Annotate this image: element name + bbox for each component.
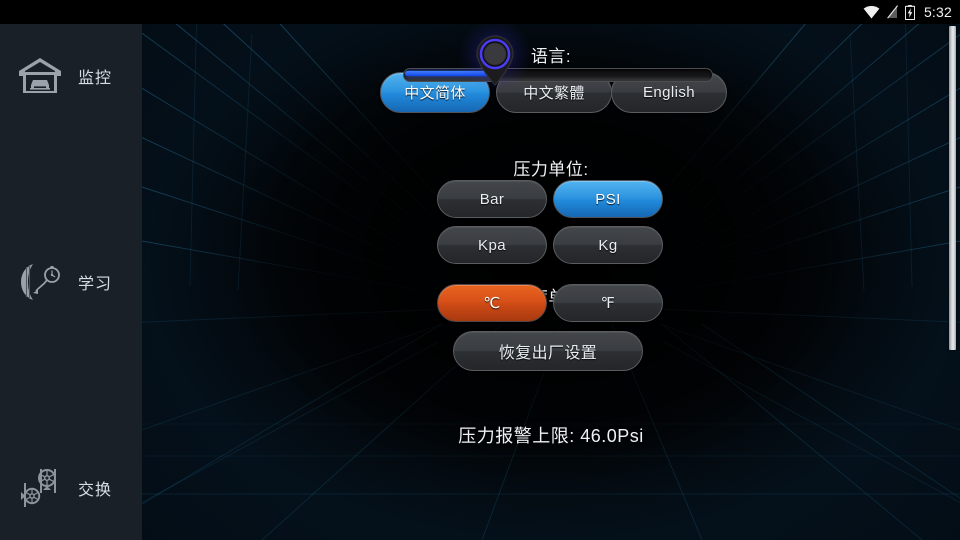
pressure-alarm-label: 压力报警上限: 46.0Psi (458, 426, 644, 446)
status-bar: 5:32 (0, 0, 960, 24)
vertical-scrollbar-thumb[interactable] (949, 26, 956, 350)
pressure-alarm-slider[interactable] (142, 24, 960, 92)
slider-track[interactable] (403, 68, 713, 82)
tire-gauge-icon (14, 256, 66, 308)
slider-thumb[interactable] (458, 24, 532, 92)
battery-charging-icon (904, 4, 915, 20)
pressure-unit-option-kpa[interactable]: Kpa (437, 226, 547, 264)
sidebar-item-label: 学习 (78, 275, 113, 293)
pressure-unit-option-kg[interactable]: Kg (553, 226, 663, 264)
signal-off-icon (887, 5, 898, 19)
wifi-icon (863, 5, 880, 19)
sidebar-item-label: 监控 (78, 69, 113, 87)
pressure-unit-section-title: 压力单位: (513, 160, 589, 179)
settings-panel: 语言: 中文简体 中文繁體 English 压力单位: Bar PSI Kpa … (142, 24, 960, 540)
wheel-swap-icon (14, 462, 66, 514)
vertical-scrollbar-track[interactable] (949, 26, 956, 538)
pressure-unit-option-bar[interactable]: Bar (437, 180, 547, 218)
sidebar-nav: 监控 学习 交换 (0, 24, 142, 540)
sidebar-item-learn[interactable]: 学习 (0, 230, 142, 333)
sidebar-item-monitor[interactable]: 监控 (0, 24, 142, 127)
temperature-unit-section-title: 温度单位: (513, 288, 589, 307)
app-root: 5:32 监控 学习 交换 语言: 中文简体 中文繁體 English 压力单位… (0, 0, 960, 540)
temperature-unit-option-fahrenheit[interactable]: ℉ (553, 284, 663, 322)
sidebar-item-label: 交换 (78, 481, 113, 499)
pressure-unit-option-psi[interactable]: PSI (553, 180, 663, 218)
clock-time: 5:32 (923, 4, 952, 20)
garage-car-icon (14, 50, 66, 102)
settings-content: 语言: 中文简体 中文繁體 English 压力单位: Bar PSI Kpa … (142, 24, 960, 540)
temperature-unit-option-celsius[interactable]: ℃ (437, 284, 547, 322)
sidebar-item-exchange[interactable]: 交换 (0, 436, 142, 539)
factory-reset-button[interactable]: 恢复出厂设置 (453, 331, 643, 371)
